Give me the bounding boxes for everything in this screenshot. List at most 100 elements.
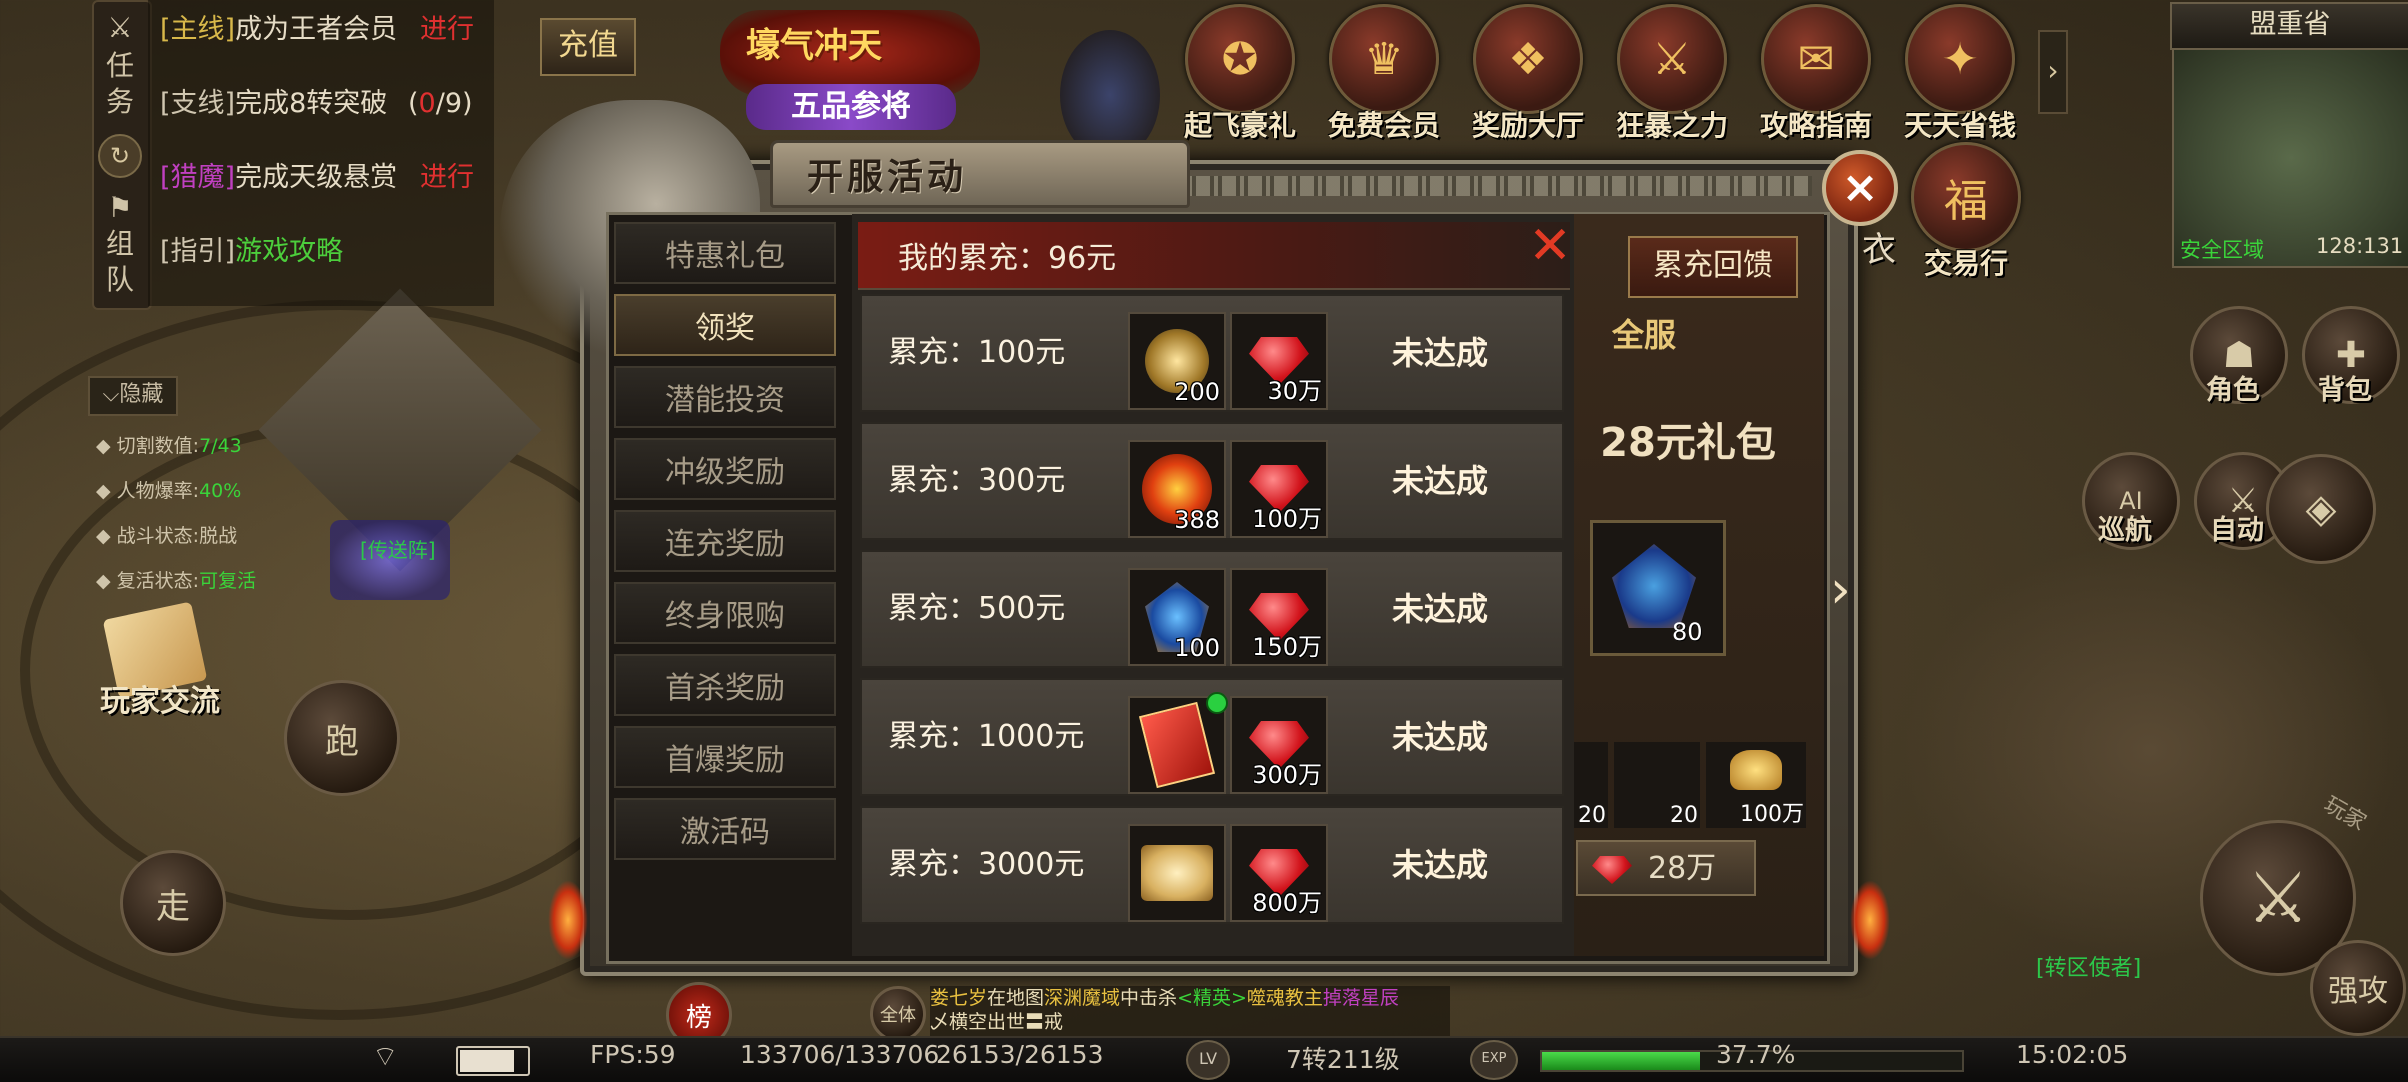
quest-text: 游戏攻略	[235, 236, 344, 267]
skill-button[interactable]: ◈	[2266, 454, 2376, 564]
reward-item-slot[interactable]: 388	[1128, 440, 1226, 538]
dialog-title: 开服活动	[807, 157, 968, 198]
small-item-count: 20	[1578, 803, 1606, 828]
menu-special-gift[interactable]: 特惠礼包	[614, 222, 836, 284]
panel-close-icon[interactable]: ✕	[1526, 220, 1574, 272]
recharge-amount: 累充：3000元	[888, 847, 1085, 882]
bag-label: 背包	[2318, 375, 2372, 406]
player-exchange-label[interactable]: 玩家交流	[100, 676, 220, 720]
dialog-title-plate: 开服活动	[770, 140, 1190, 208]
clock-label: 15:02:05	[2016, 1040, 2129, 1069]
item-count: 200	[1174, 378, 1220, 406]
chat-boss-tag: <精英>	[1177, 987, 1247, 1009]
reward-item-slot[interactable]	[1128, 692, 1228, 794]
reward-hall-button[interactable]: ❖ 奖励大厅	[1472, 4, 1584, 144]
strong-attack-button[interactable]: 强攻	[2310, 940, 2406, 1036]
strategy-guide-button[interactable]: ✉ 攻略指南	[1760, 4, 1872, 144]
expand-arrow-icon[interactable]: ›	[2038, 30, 2068, 114]
trade-market-button[interactable]: 福交易行	[1910, 142, 2022, 282]
stat-row: ◆ 复活状态:可复活	[96, 570, 257, 592]
reward-gem-slot[interactable]: 30万	[1230, 312, 1328, 410]
gift-small-item[interactable]: 20	[1614, 742, 1700, 828]
hide-button[interactable]: ⌵隐藏	[88, 376, 178, 416]
team-tab-label[interactable]: 组队	[100, 226, 140, 298]
ruby-icon	[1592, 856, 1632, 884]
run-button[interactable]: 跑	[284, 680, 400, 796]
menu-potential-invest[interactable]: 潜能投资	[614, 366, 836, 428]
player-stats: ◆ 切割数值:7/43 ◆ 人物爆率:40% ◆ 战斗状态:脱战 ◆ 复活状态:…	[96, 424, 256, 604]
server-text: 全服	[1612, 316, 1677, 354]
chat-line-1: 娄七岁在地图深渊魔域中击杀<精英>噬魂教主掉落星辰	[930, 986, 1450, 1010]
free-vip-button[interactable]: ♛ 免费会员	[1328, 4, 1440, 144]
daily-saving-button[interactable]: ✦ 天天省钱	[1904, 4, 2016, 144]
mp-label: 26153/26153	[936, 1040, 1104, 1069]
exp-badge-icon: EXP	[1470, 1040, 1518, 1080]
fps-label: FPS:59	[590, 1040, 676, 1069]
quest-item-side[interactable]: [支线]完成8转突破	[160, 80, 387, 128]
stat-value: 可复活	[199, 570, 257, 592]
reward-gem-slot[interactable]: 100万	[1230, 440, 1328, 538]
battery-icon	[456, 1046, 530, 1076]
gift-small-item[interactable]: 20	[1574, 742, 1608, 828]
menu-first-drop[interactable]: 首爆奖励	[614, 726, 836, 788]
menu-continuous-recharge[interactable]: 连充奖励	[614, 510, 836, 572]
buy-price-button[interactable]: 28万	[1576, 840, 1756, 896]
wifi-icon: ⌔	[372, 1040, 399, 1073]
quest-item-guide[interactable]: [指引]游戏攻略	[160, 228, 343, 276]
quest-item-main[interactable]: [主线]成为王者会员	[160, 6, 397, 54]
level-badge-icon: LV	[1186, 1040, 1230, 1080]
menu-activation-code[interactable]: 激活码	[614, 798, 836, 860]
recharge-button[interactable]: 充值	[540, 18, 636, 76]
chat-channel-button[interactable]: 全体	[870, 986, 926, 1042]
reward-status[interactable]: 未达成	[1392, 808, 1488, 922]
reward-status[interactable]: 未达成	[1392, 424, 1488, 538]
reward-gem-slot[interactable]: 150万	[1230, 568, 1328, 666]
reward-status[interactable]: 未达成	[1392, 552, 1488, 666]
recharge-amount: 累充：500元	[888, 591, 1066, 626]
gem-count: 30万	[1267, 377, 1322, 405]
team-tab-icon[interactable]: ⚑	[100, 190, 140, 226]
system-chat[interactable]: 娄七岁在地图深渊魔域中击杀<精英>噬魂教主掉落星辰 乄横空出世〓戒	[930, 986, 1450, 1036]
exp-bar-fill	[1542, 1052, 1701, 1070]
npc-label[interactable]: [转区使者]	[2036, 950, 2141, 982]
reward-item-slot[interactable]: 100	[1128, 568, 1226, 666]
menu-claim-reward[interactable]: 领奖	[614, 294, 836, 356]
refresh-icon[interactable]: ↻	[98, 134, 142, 178]
walk-button[interactable]: 走	[120, 850, 226, 956]
quest-progress-open: (	[408, 88, 419, 119]
reward-row: 累充：100元 200 30万 未达成	[860, 294, 1564, 412]
reward-row: 累充：1000元 300万 未达成	[860, 678, 1564, 796]
reward-item-slot[interactable]: 200	[1128, 312, 1226, 410]
quest-status: 进行	[420, 162, 474, 193]
item-count: 100	[1174, 634, 1220, 662]
province-label: 盟重省	[2170, 2, 2408, 50]
icon-label: 免费会员	[1328, 109, 1441, 142]
gem-count: 150万	[1252, 633, 1322, 661]
price-label: 28万	[1648, 851, 1717, 886]
flame-decoration	[548, 880, 588, 960]
quest-tag: [指引]	[160, 236, 236, 267]
recharge-feedback-button[interactable]: 累充回馈	[1628, 236, 1798, 298]
chat-drop: 掉落星辰	[1322, 987, 1399, 1009]
stat-row: ◆ 人物爆率:40%	[96, 480, 242, 502]
quest-tag: [主线]	[160, 14, 236, 45]
reward-item-slot[interactable]	[1128, 824, 1226, 922]
icon-label: 攻略指南	[1760, 109, 1873, 142]
menu-lifetime-limit[interactable]: 终身限购	[614, 582, 836, 644]
reward-status[interactable]: 未达成	[1392, 296, 1488, 410]
quest-item-hunt[interactable]: [猎魔]完成天级悬赏	[160, 154, 397, 202]
gift-small-item[interactable]: 100万	[1706, 742, 1806, 828]
task-tab-label[interactable]: 任务	[100, 48, 140, 120]
task-tab-icon[interactable]: ⚔	[100, 10, 140, 46]
takeoff-gift-button[interactable]: ✪ 起飞豪礼	[1184, 4, 1296, 144]
menu-level-reward[interactable]: 冲级奖励	[614, 438, 836, 500]
icon-label: 天天省钱	[1904, 109, 2017, 142]
next-page-arrow-icon[interactable]: ›	[1830, 560, 1852, 620]
menu-first-kill[interactable]: 首杀奖励	[614, 654, 836, 716]
reward-status[interactable]: 未达成	[1392, 680, 1488, 794]
rage-power-button[interactable]: ⚔ 狂暴之力	[1616, 4, 1728, 144]
reward-gem-slot[interactable]: 300万	[1230, 696, 1328, 794]
close-button[interactable]: ×	[1822, 150, 1898, 226]
reward-gem-slot[interactable]: 800万	[1230, 824, 1328, 922]
new-item-dot	[1206, 692, 1228, 714]
